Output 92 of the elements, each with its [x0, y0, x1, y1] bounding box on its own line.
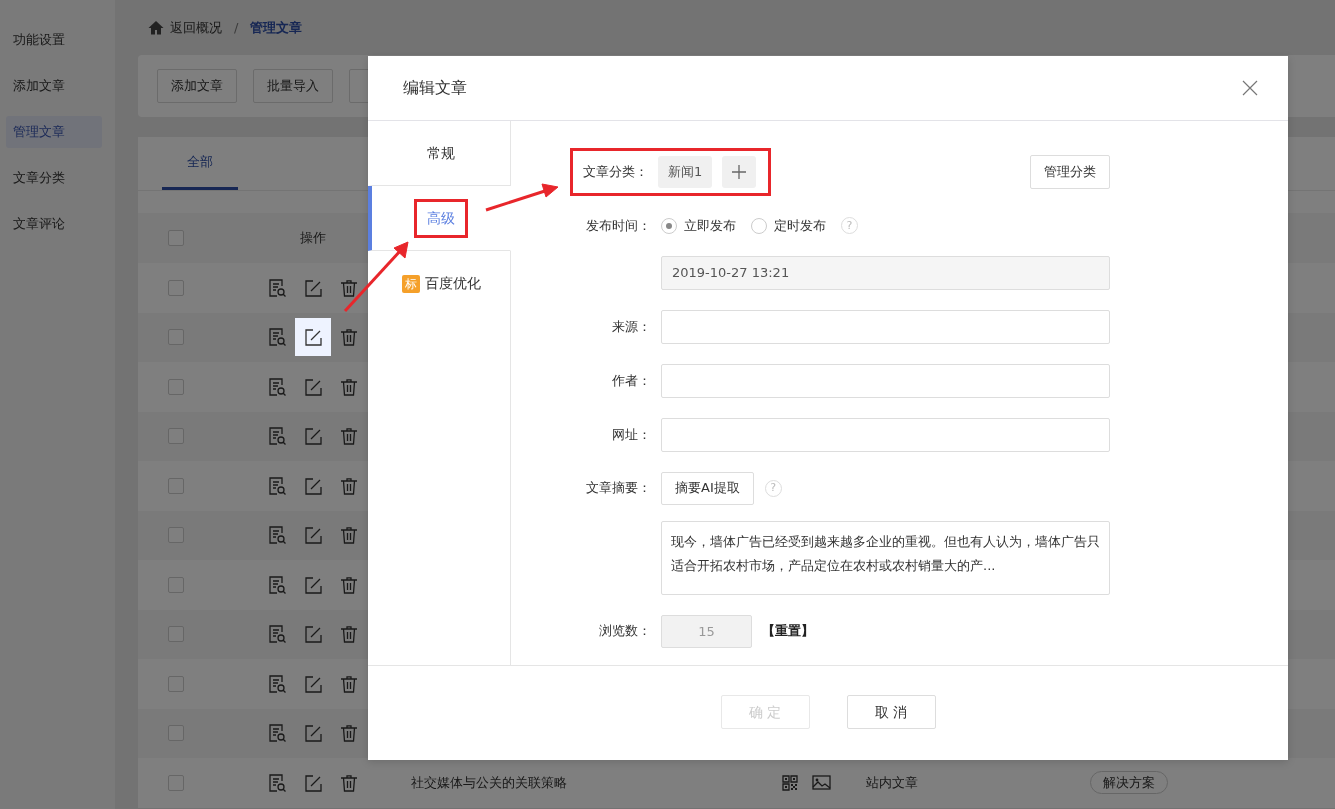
- plus-icon: [731, 164, 748, 180]
- edit-icon: [303, 525, 323, 546]
- field-label: 发布时间：: [585, 217, 652, 235]
- ai-extract-button[interactable]: 摘要AI提取: [661, 471, 754, 505]
- trash-icon: [339, 426, 359, 447]
- text-field[interactable]: [661, 309, 1110, 344]
- checkbox[interactable]: [168, 576, 184, 593]
- sidebar-item[interactable]: 添加文章: [6, 70, 102, 102]
- edit-icon: [303, 673, 323, 694]
- label-badge: 标: [401, 274, 420, 293]
- checkbox[interactable]: [168, 477, 184, 494]
- dialog-title: 编辑文章: [403, 77, 467, 99]
- home-icon: [148, 19, 164, 36]
- checkbox[interactable]: [168, 725, 184, 742]
- field-label: 浏览数：: [598, 622, 652, 641]
- document-search-icon: [267, 277, 287, 298]
- dialog-tab[interactable]: 常规: [368, 121, 511, 186]
- dialog-tab[interactable]: 高级: [368, 186, 511, 251]
- document-search-icon: [267, 723, 287, 744]
- document-search-icon: [267, 624, 287, 645]
- trash-icon: [339, 624, 359, 645]
- close-icon: [1242, 80, 1258, 96]
- edit-icon: [303, 772, 323, 793]
- field-label: 网址：: [611, 425, 652, 444]
- checkbox[interactable]: [168, 626, 184, 643]
- radio-button[interactable]: [751, 217, 767, 234]
- manage-categories-button[interactable]: 管理分类: [1030, 155, 1110, 189]
- column-header: 操作: [300, 229, 326, 248]
- field-label: 文章分类：: [582, 163, 649, 182]
- edit-icon: [303, 277, 323, 298]
- document-search-icon: [267, 475, 287, 496]
- document-search-icon: [267, 426, 287, 447]
- radio-label: 立即发布: [684, 217, 736, 235]
- trash-icon: [339, 525, 359, 546]
- cancel-button[interactable]: 取 消: [846, 695, 936, 729]
- text-field[interactable]: [661, 417, 1110, 452]
- checkbox[interactable]: [168, 428, 184, 445]
- trash-icon: [339, 574, 359, 595]
- edit-icon: [303, 475, 323, 496]
- checkbox[interactable]: [168, 329, 184, 346]
- edit-icon: [303, 574, 323, 595]
- close-button[interactable]: [1242, 80, 1258, 96]
- article-title: 社交媒体与公关的关联策略: [411, 775, 567, 790]
- qr-code-icon: [782, 774, 798, 791]
- trash-icon: [339, 673, 359, 694]
- trash-icon: [339, 475, 359, 496]
- radio-label: 定时发布: [774, 217, 826, 235]
- sidebar-item[interactable]: 管理文章: [6, 116, 102, 148]
- image-icon: [812, 774, 831, 792]
- add-button[interactable]: [722, 156, 757, 188]
- document-search-icon: [267, 327, 287, 348]
- edit-icon: [303, 376, 323, 397]
- checkbox[interactable]: [168, 675, 184, 692]
- radio-button[interactable]: [661, 217, 677, 234]
- article-type: 站内文章: [866, 775, 918, 790]
- document-search-icon: [267, 673, 287, 694]
- category-tag: 解决方案: [1090, 771, 1168, 794]
- category-tag: 新闻1: [658, 156, 713, 188]
- checkbox[interactable]: [168, 279, 184, 296]
- sidebar-item[interactable]: 功能设置: [6, 24, 102, 56]
- summary-field[interactable]: 现今，墙体广告已经受到越来越多企业的重视。但也有人认为，墙体广告只适合开拓农村市场，产品定位在农村或农村销量大的产...: [661, 520, 1110, 595]
- document-search-icon: [267, 574, 287, 595]
- breadcrumb-separator: /: [234, 18, 239, 37]
- toolbar-button[interactable]: 批量导入: [253, 69, 333, 103]
- checkbox[interactable]: [168, 774, 184, 791]
- back-link[interactable]: 返回概况: [170, 17, 222, 38]
- edit-icon: [303, 426, 323, 447]
- edit-button[interactable]: [295, 318, 331, 357]
- edit-icon: [303, 723, 323, 744]
- trash-icon: [339, 723, 359, 744]
- breadcrumb-current: 管理文章: [250, 18, 303, 37]
- tab[interactable]: 全部: [162, 136, 238, 190]
- document-search-icon: [267, 376, 287, 397]
- sidebar-item[interactable]: 文章评论: [6, 208, 102, 240]
- dialog-tab[interactable]: 标 百度优化: [368, 251, 511, 316]
- field-label: 来源：: [611, 317, 652, 336]
- trash-icon: [339, 277, 359, 298]
- sidebar-item[interactable]: 文章分类: [6, 162, 102, 194]
- document-search-icon: [267, 525, 287, 546]
- document-search-icon: [267, 772, 287, 793]
- trash-icon: [339, 327, 359, 348]
- edit-icon: [303, 624, 323, 645]
- edit-icon: [303, 327, 323, 348]
- trash-icon: [339, 772, 359, 793]
- checkbox[interactable]: [168, 378, 184, 395]
- toolbar-button[interactable]: 添加文章: [157, 69, 237, 103]
- trash-icon: [339, 376, 359, 397]
- field-label: 文章摘要：: [585, 479, 652, 498]
- field-label: 作者：: [611, 371, 652, 390]
- checkbox[interactable]: [168, 230, 184, 246]
- text-field[interactable]: [661, 363, 1110, 398]
- checkbox[interactable]: [168, 527, 184, 544]
